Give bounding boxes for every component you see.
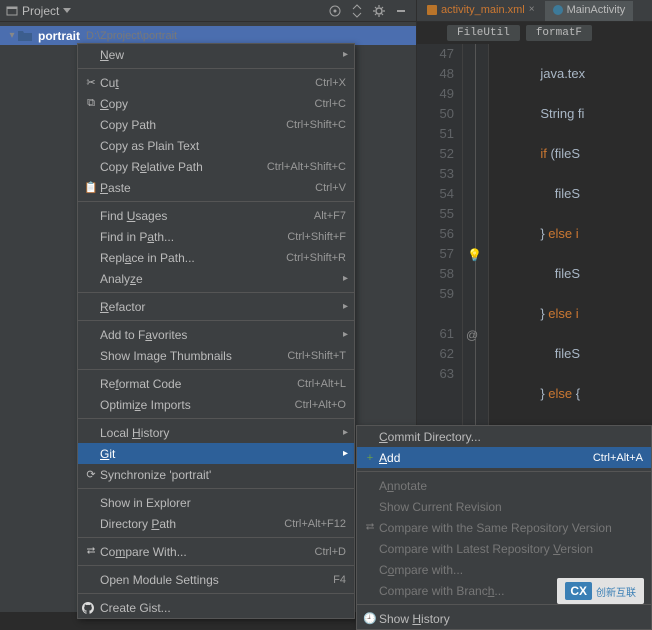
menu-create-gist[interactable]: Create Gist... xyxy=(78,597,354,618)
menu-copy-rel[interactable]: Copy Relative PathCtrl+Alt+Shift+C xyxy=(78,156,354,177)
plus-icon: + xyxy=(361,452,379,464)
git-annotate: Annotate xyxy=(357,475,651,496)
git-commit[interactable]: Commit Directory... xyxy=(357,426,651,447)
menu-show-explorer[interactable]: Show in Explorer xyxy=(78,492,354,513)
target-icon[interactable] xyxy=(326,2,344,20)
menu-replace-in-path[interactable]: Replace in Path...Ctrl+Shift+R xyxy=(78,247,354,268)
git-cmp-with: Compare with... xyxy=(357,559,651,580)
menu-reformat[interactable]: Reformat CodeCtrl+Alt+L xyxy=(78,373,354,394)
tab-main-activity[interactable]: MainActivity xyxy=(545,1,634,21)
sync-icon: ⟳ xyxy=(82,468,100,481)
history-icon: 🕘 xyxy=(361,612,379,625)
collapse-icon[interactable] xyxy=(348,2,366,20)
menu-git[interactable]: Git▸ xyxy=(78,443,354,464)
context-menu: New▸ ✂CutCtrl+X ⧉CopyCtrl+C Copy PathCtr… xyxy=(77,43,355,619)
menu-refactor[interactable]: Refactor▸ xyxy=(78,296,354,317)
copy-icon: ⧉ xyxy=(82,97,100,110)
tab-label: MainActivity xyxy=(567,4,626,16)
xml-icon xyxy=(427,5,437,15)
bulb-icon[interactable]: 💡 xyxy=(467,245,482,265)
git-add[interactable]: +AddCtrl+Alt+A xyxy=(357,447,651,468)
expand-arrow-icon: ▾ xyxy=(6,30,18,41)
editor-tabs: activity_main.xml × MainActivity xyxy=(417,0,652,22)
menu-copy-plain[interactable]: Copy as Plain Text xyxy=(78,135,354,156)
project-panel: Project ▾ portr xyxy=(0,0,417,612)
breadcrumb: FileUtil formatF xyxy=(417,22,652,44)
dropdown-arrow-icon[interactable] xyxy=(63,8,71,14)
menu-copy[interactable]: ⧉CopyCtrl+C xyxy=(78,93,354,114)
menu-local-history[interactable]: Local History▸ xyxy=(78,422,354,443)
git-show-history[interactable]: 🕘Show History xyxy=(357,608,651,629)
project-icon xyxy=(6,5,18,17)
paste-icon: 📋 xyxy=(82,181,100,194)
project-header: Project xyxy=(0,0,416,22)
breadcrumb-item[interactable]: FileUtil xyxy=(447,25,520,41)
menu-find-in-path[interactable]: Find in Path...Ctrl+Shift+F xyxy=(78,226,354,247)
menu-find-usages[interactable]: Find UsagesAlt+F7 xyxy=(78,205,354,226)
hide-icon[interactable] xyxy=(392,2,410,20)
menu-open-module[interactable]: Open Module SettingsF4 xyxy=(78,569,354,590)
watermark-logo: CX xyxy=(565,582,592,600)
scissors-icon: ✂ xyxy=(82,76,100,89)
diff-icon: ⮂ xyxy=(82,545,100,558)
override-icon[interactable]: @ xyxy=(466,325,478,345)
menu-analyze[interactable]: Analyze▸ xyxy=(78,268,354,289)
menu-synchronize[interactable]: ⟳Synchronize 'portrait' xyxy=(78,464,354,485)
project-label: Project xyxy=(22,4,59,18)
close-icon[interactable]: × xyxy=(529,4,535,15)
menu-copy-path[interactable]: Copy PathCtrl+Shift+C xyxy=(78,114,354,135)
menu-show-thumbs[interactable]: Show Image ThumbnailsCtrl+Shift+T xyxy=(78,345,354,366)
menu-cut[interactable]: ✂CutCtrl+X xyxy=(78,72,354,93)
tab-label: activity_main.xml xyxy=(441,4,525,16)
diff-icon: ⮂ xyxy=(361,521,379,534)
menu-paste[interactable]: 📋PasteCtrl+V xyxy=(78,177,354,198)
gear-icon[interactable] xyxy=(370,2,388,20)
menu-compare-with[interactable]: ⮂Compare With...Ctrl+D xyxy=(78,541,354,562)
menu-dir-path[interactable]: Directory PathCtrl+Alt+F12 xyxy=(78,513,354,534)
watermark-text: 创新互联 xyxy=(596,584,636,599)
watermark: CX 创新互联 xyxy=(557,578,644,604)
breadcrumb-item[interactable]: formatF xyxy=(526,25,592,41)
tab-activity-main[interactable]: activity_main.xml × xyxy=(419,1,543,21)
tree-root-name: portrait xyxy=(38,29,80,43)
git-cmp-latest: Compare with Latest Repository Version xyxy=(357,538,651,559)
tree-root-path: D:\Zproject\portrait xyxy=(86,30,177,42)
menu-optimize[interactable]: Optimize ImportsCtrl+Alt+O xyxy=(78,394,354,415)
class-icon xyxy=(553,5,563,15)
menu-add-fav[interactable]: Add to Favorites▸ xyxy=(78,324,354,345)
folder-icon xyxy=(18,30,34,42)
git-cmp-same: ⮂Compare with the Same Repository Versio… xyxy=(357,517,651,538)
menu-new[interactable]: New▸ xyxy=(78,44,354,65)
git-show-current: Show Current Revision xyxy=(357,496,651,517)
